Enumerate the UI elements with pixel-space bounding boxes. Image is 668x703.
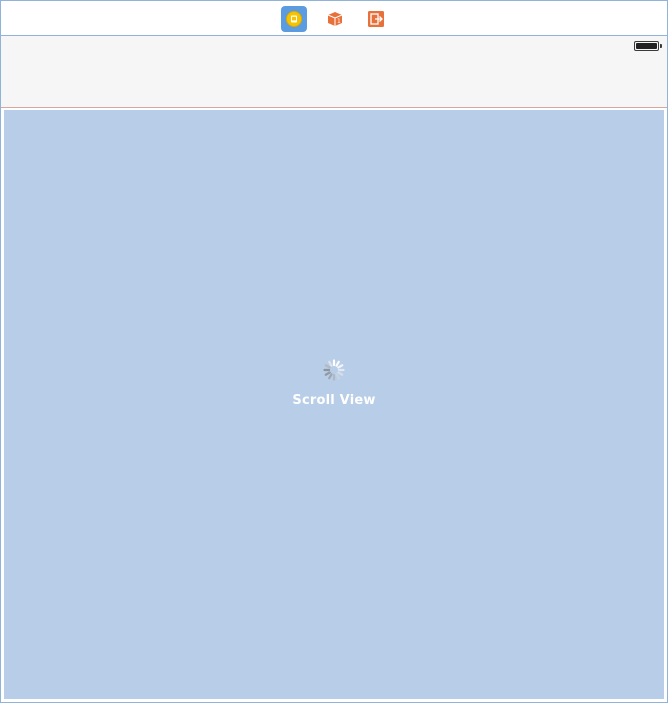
battery-tip: [660, 44, 662, 48]
scroll-view[interactable]: Scroll View: [3, 109, 665, 700]
exit-icon[interactable]: [363, 6, 389, 32]
scene-dock: 1: [1, 1, 667, 36]
battery-level: [636, 43, 657, 49]
battery-icon: [634, 41, 659, 51]
activity-spinner-icon: [323, 359, 345, 381]
storyboard-scene[interactable]: 1 Scroll View: [0, 0, 668, 703]
scroll-view-label: Scroll View: [292, 393, 376, 408]
status-bar: [1, 36, 667, 108]
scroll-view-placeholder: Scroll View: [4, 358, 664, 408]
view-controller-icon[interactable]: [281, 6, 307, 32]
first-responder-icon[interactable]: 1: [322, 6, 348, 32]
svg-text:1: 1: [337, 18, 341, 25]
